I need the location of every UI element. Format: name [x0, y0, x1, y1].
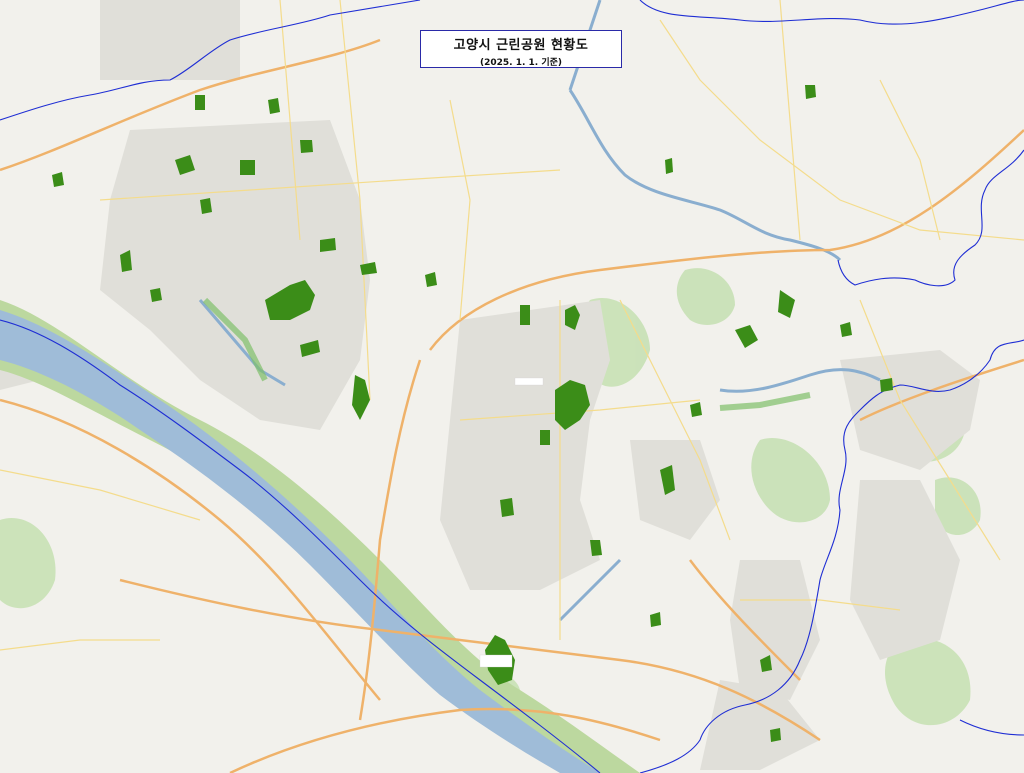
park-status-map [0, 0, 1024, 773]
map-title-box: 고양시 근린공원 현황도 (2025. 1. 1. 기준) [420, 30, 622, 68]
map-date: (2025. 1. 1. 기준) [479, 58, 563, 68]
map-title: 고양시 근린공원 현황도 [453, 38, 589, 53]
